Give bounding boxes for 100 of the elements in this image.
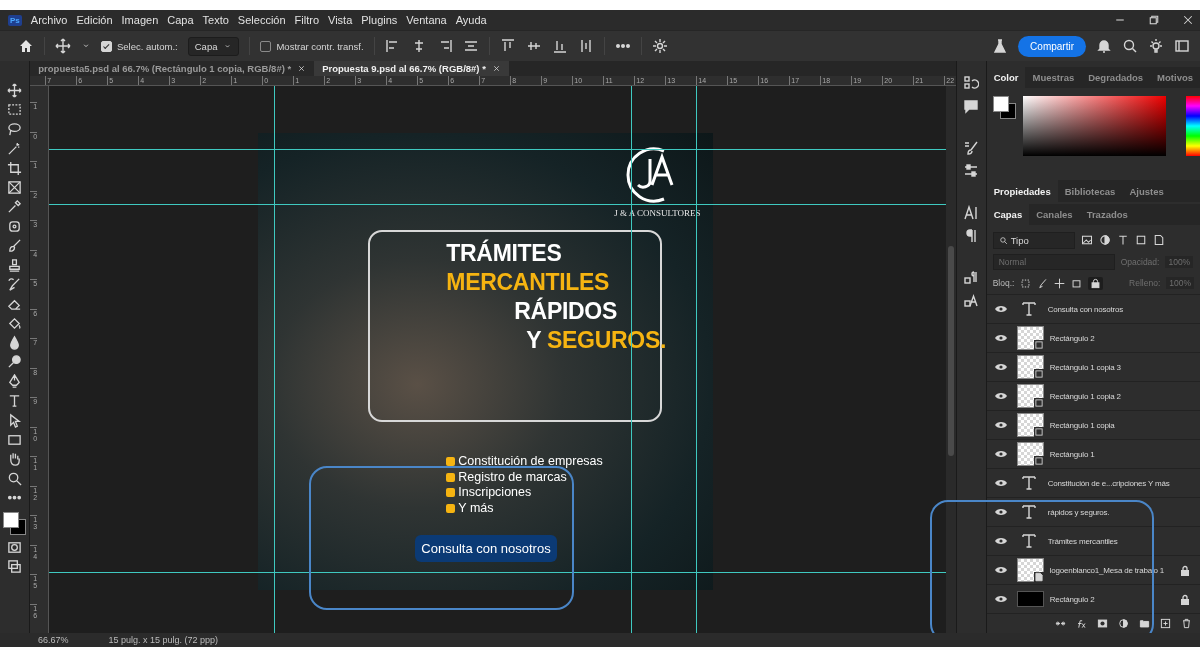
smart-object-filter-icon[interactable]	[1152, 234, 1165, 247]
search-icon[interactable]	[1122, 38, 1138, 54]
eye-icon[interactable]	[994, 479, 1007, 488]
zoom-tool-icon[interactable]	[7, 470, 23, 486]
lock-pixels-icon[interactable]	[1020, 277, 1032, 289]
path-select-icon[interactable]	[7, 412, 23, 428]
flask-icon[interactable]	[992, 38, 1009, 54]
pen-tool-icon[interactable]	[7, 373, 23, 389]
menu-item[interactable]: Texto	[202, 14, 229, 26]
menu-item[interactable]: Vista	[328, 14, 353, 26]
eye-icon[interactable]	[994, 537, 1007, 546]
app-logo[interactable]: Ps	[8, 14, 22, 26]
layer-row[interactable]: Rectángulo 1 copia	[986, 410, 1200, 440]
zoom-level[interactable]: 66.67%	[38, 635, 69, 645]
layer-row[interactable]: Rectángulo 1 copia 3	[986, 352, 1200, 382]
layer-row[interactable]: Rectángulo 2	[986, 584, 1200, 614]
history-icon[interactable]	[963, 75, 980, 91]
panel-tab[interactable]: Color	[986, 66, 1026, 89]
eye-icon[interactable]	[994, 363, 1007, 372]
crop-tool-icon[interactable]	[7, 160, 23, 176]
restore-icon[interactable]	[1148, 14, 1160, 26]
sliders-icon[interactable]	[963, 163, 980, 179]
eye-icon[interactable]	[994, 334, 1007, 343]
panel-tab[interactable]: Trazados	[1079, 203, 1135, 226]
brush-tool-icon[interactable]	[7, 238, 23, 254]
menu-item[interactable]: Selección	[237, 14, 286, 26]
auto-select-checkbox[interactable]: Selec. autom.:	[101, 40, 178, 52]
comment-icon[interactable]	[963, 98, 980, 114]
settings-icon[interactable]	[651, 38, 668, 54]
layer-row[interactable]: rápidos y seguros.	[986, 497, 1200, 527]
bell-icon[interactable]	[1096, 38, 1112, 54]
adjustment-layer-icon[interactable]	[1118, 618, 1129, 630]
layer-filter-dropdown[interactable]: Tipo	[992, 231, 1075, 249]
panel-tab[interactable]: Muestras	[1025, 66, 1082, 89]
character-styles-icon[interactable]	[963, 293, 980, 309]
eye-icon[interactable]	[994, 305, 1007, 314]
quick-mask-icon[interactable]	[7, 540, 23, 555]
stamp-tool-icon[interactable]	[7, 257, 23, 273]
panel-tab[interactable]: Capas	[986, 203, 1030, 226]
rectangle-tool-icon[interactable]	[7, 432, 23, 448]
layer-row[interactable]: Rectángulo 1 copia 2	[986, 381, 1200, 411]
character-icon[interactable]	[963, 205, 980, 221]
lightbulb-icon[interactable]	[1148, 38, 1164, 54]
panel-tab[interactable]: Ajustes	[1122, 180, 1171, 202]
marquee-tool-icon[interactable]	[7, 102, 23, 118]
shape-filter-icon[interactable]	[1134, 234, 1147, 247]
layer-row[interactable]: Consulta con nosotros	[986, 294, 1200, 324]
align-top-icon[interactable]	[499, 38, 516, 54]
target-dropdown[interactable]: Capa	[187, 36, 240, 56]
lock-artboard-icon[interactable]	[1071, 277, 1083, 289]
eye-icon[interactable]	[994, 450, 1007, 459]
close-icon[interactable]	[1182, 14, 1194, 26]
panel-tab[interactable]: Propiedades	[986, 180, 1058, 202]
screen-mode-icon[interactable]	[7, 559, 23, 575]
trash-icon[interactable]	[1181, 618, 1192, 630]
home-icon[interactable]	[18, 38, 34, 54]
menu-item[interactable]: Capa	[167, 14, 194, 26]
align-bottom-icon[interactable]	[551, 38, 568, 54]
menu-item[interactable]: Ventana	[406, 14, 447, 26]
share-button[interactable]: Compartir	[1018, 35, 1086, 57]
hand-tool-icon[interactable]	[7, 451, 23, 467]
brush-settings-icon[interactable]	[963, 140, 980, 156]
lock-icon[interactable]	[1090, 277, 1102, 289]
move-tool-icon[interactable]	[55, 38, 71, 54]
new-layer-icon[interactable]	[1160, 618, 1171, 630]
layer-row[interactable]: Trámites mercantiles	[986, 526, 1200, 556]
menu-item[interactable]: Imagen	[121, 14, 159, 26]
move-tool-icon[interactable]	[7, 83, 23, 98]
healing-brush-icon[interactable]	[7, 218, 23, 234]
dodge-tool-icon[interactable]	[7, 354, 23, 370]
panel-tab[interactable]: Canales	[1029, 203, 1080, 226]
scrollbar-thumb[interactable]	[948, 246, 955, 456]
frame-tool-icon[interactable]	[7, 179, 23, 195]
transform-controls-checkbox[interactable]: Mostrar contr. transf.	[260, 40, 364, 52]
panel-tab[interactable]: Motivos	[1150, 66, 1200, 89]
close-icon[interactable]	[491, 64, 501, 73]
type-filter-icon[interactable]	[1116, 234, 1129, 247]
mask-icon[interactable]	[1097, 618, 1108, 630]
paragraph-styles-icon[interactable]	[963, 270, 980, 286]
paint-bucket-icon[interactable]	[7, 315, 23, 331]
color-swatches[interactable]	[2, 511, 27, 536]
eye-icon[interactable]	[994, 595, 1007, 604]
eye-icon[interactable]	[994, 566, 1007, 575]
menu-item[interactable]: Ayuda	[455, 14, 487, 26]
layer-row[interactable]: Rectángulo 1	[986, 439, 1200, 469]
panel-tab[interactable]: Bibliotecas	[1057, 180, 1123, 202]
lock-position-icon[interactable]	[1054, 277, 1066, 289]
fx-icon[interactable]	[1076, 618, 1087, 630]
image-filter-icon[interactable]	[1080, 234, 1093, 247]
menu-item[interactable]: Archivo	[30, 14, 68, 26]
lock-paint-icon[interactable]	[1037, 277, 1049, 289]
panel-tab[interactable]: Degradados	[1081, 66, 1151, 89]
document-tab[interactable]: Propuesta 9.psd al 66.7% (RGB/8#) *	[314, 61, 509, 76]
lasso-tool-icon[interactable]	[7, 121, 23, 137]
layer-row[interactable]: Rectángulo 2	[986, 323, 1200, 353]
folder-icon[interactable]	[1139, 618, 1150, 630]
menu-item[interactable]: Filtro	[294, 14, 319, 26]
close-icon[interactable]	[297, 64, 307, 73]
layer-row[interactable]: Constitución de e...cripciones Y más	[986, 468, 1200, 498]
menu-item[interactable]: Plugins	[361, 14, 398, 26]
